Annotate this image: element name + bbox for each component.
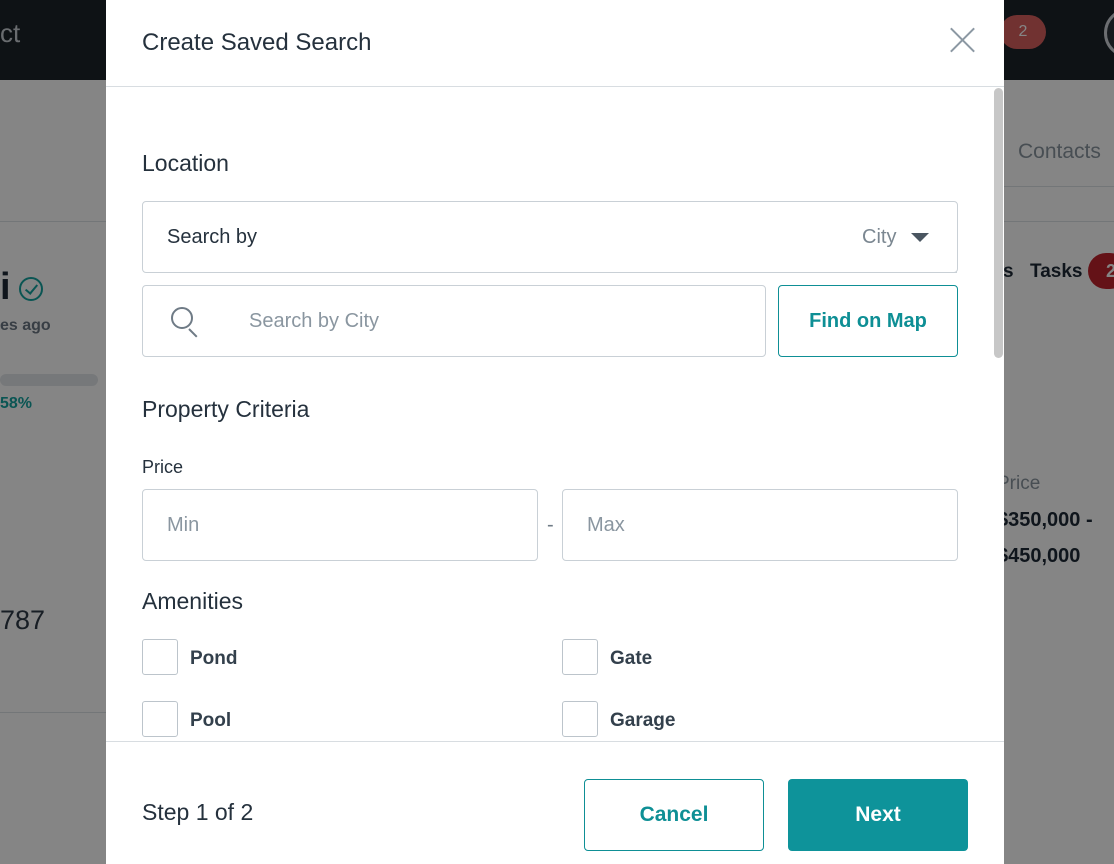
amenity-garage-checkbox[interactable]	[562, 701, 598, 737]
price-separator: -	[547, 514, 554, 536]
price-max-input[interactable]	[587, 510, 927, 540]
search-icon	[171, 307, 201, 338]
city-search-field	[142, 285, 766, 357]
location-heading: Location	[142, 150, 229, 176]
amenity-label: Gate	[610, 648, 653, 669]
price-label: Price	[142, 457, 184, 477]
modal-footer: Step 1 of 2 Cancel Next	[106, 741, 1004, 864]
search-by-select[interactable]: Search by City	[142, 201, 958, 273]
chevron-down-icon	[911, 233, 929, 242]
scrollbar[interactable]	[994, 88, 1003, 358]
amenity-label: Pool	[190, 710, 232, 731]
search-by-selected-value: City	[862, 226, 897, 248]
amenity-pool-checkbox[interactable]	[142, 701, 178, 737]
price-max-field	[562, 489, 958, 561]
amenities-heading: Amenities	[142, 588, 243, 614]
close-icon[interactable]	[942, 20, 982, 60]
amenity-gate-checkbox[interactable]	[562, 639, 598, 675]
price-min-input[interactable]	[167, 510, 507, 540]
amenity-label: Garage	[610, 710, 676, 731]
find-on-map-button[interactable]: Find on Map	[778, 285, 958, 357]
modal-body: Location Search by City Find on Map Prop…	[106, 87, 1004, 741]
cancel-button[interactable]: Cancel	[584, 779, 764, 851]
amenity-label: Pond	[190, 648, 238, 669]
city-search-input[interactable]	[249, 306, 729, 336]
price-min-field	[142, 489, 538, 561]
divider	[837, 272, 957, 273]
step-indicator: Step 1 of 2	[142, 799, 254, 825]
create-saved-search-modal: Create Saved Search Location Search by C…	[106, 0, 1004, 864]
modal-title: Create Saved Search	[142, 29, 372, 56]
search-by-label: Search by	[167, 226, 258, 248]
next-button[interactable]: Next	[788, 779, 968, 851]
modal-header: Create Saved Search	[106, 0, 1004, 87]
property-criteria-heading: Property Criteria	[142, 396, 310, 422]
amenity-pond-checkbox[interactable]	[142, 639, 178, 675]
